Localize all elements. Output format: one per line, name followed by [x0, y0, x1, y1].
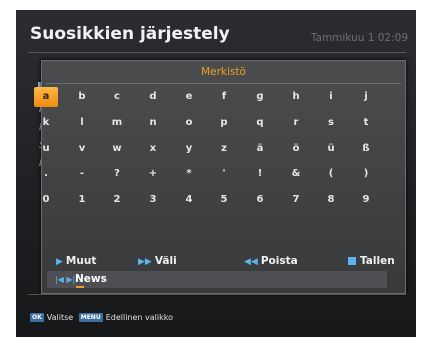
delete-button[interactable]: ◀◀ Poista [244, 251, 298, 271]
key-button[interactable]: s [319, 113, 343, 133]
key-button[interactable]: e [177, 87, 201, 107]
key-button[interactable]: ü [319, 139, 343, 159]
key-button[interactable]: a [34, 87, 58, 107]
play-right-icon: ▶ [56, 257, 63, 267]
key-button[interactable]: z [212, 139, 236, 159]
tv-screen: Suosikkien järjestely Tammikuu 1 02:09 I… [16, 10, 416, 337]
key-button[interactable]: b [70, 87, 94, 107]
key-button[interactable]: j [354, 87, 378, 107]
key-button[interactable]: ( [319, 164, 343, 184]
key-button[interactable]: 7 [284, 190, 308, 210]
key-button[interactable]: i [319, 87, 343, 107]
menu-key-badge: MENU [78, 313, 103, 322]
key-button[interactable]: ß [354, 139, 378, 159]
character-keyboard-dialog: Merkistö abcdefghij klmnopqrst uvwxyzäöüß.… [34, 60, 406, 294]
keyboard-title-divider [46, 83, 401, 84]
key-button[interactable]: 2 [105, 190, 129, 210]
text-cursor [76, 286, 84, 288]
footer-divider [28, 294, 406, 295]
key-button[interactable]: 6 [248, 190, 272, 210]
key-button[interactable]: 4 [177, 190, 201, 210]
key-button[interactable]: r [284, 113, 308, 133]
stop-square-icon [348, 257, 356, 265]
key-button[interactable]: h [284, 87, 308, 107]
key-button[interactable]: y [177, 139, 201, 159]
name-input-field[interactable]: |◀ ▶| News [47, 271, 387, 288]
key-button[interactable]: ' [212, 164, 236, 184]
key-button[interactable]: 1 [70, 190, 94, 210]
key-button[interactable]: u [34, 139, 58, 159]
key-button[interactable]: 8 [319, 190, 343, 210]
key-button[interactable]: g [248, 87, 272, 107]
key-button[interactable]: ö [284, 139, 308, 159]
key-button[interactable]: d [141, 87, 165, 107]
space-button[interactable]: ▶▶ Väli [138, 251, 177, 271]
keyboard-title: Merkistö [201, 66, 246, 78]
key-button[interactable]: w [105, 139, 129, 159]
datetime-label: Tammikuu 1 02:09 [310, 32, 408, 44]
key-button[interactable]: x [141, 139, 165, 159]
key-button[interactable]: * [177, 164, 201, 184]
save-button[interactable]: Tallen [348, 251, 395, 271]
key-button[interactable]: o [177, 113, 201, 133]
key-button[interactable]: ! [248, 164, 272, 184]
key-button[interactable]: q [248, 113, 272, 133]
key-button[interactable]: n [141, 113, 165, 133]
key-button[interactable]: p [212, 113, 236, 133]
key-button[interactable]: 0 [34, 190, 58, 210]
key-button[interactable]: t [354, 113, 378, 133]
key-button[interactable]: 3 [141, 190, 165, 210]
other-chars-button[interactable]: ▶ Muut [56, 251, 96, 271]
key-button[interactable]: - [70, 164, 94, 184]
key-button[interactable]: 9 [354, 190, 378, 210]
keyboard-actions: ▶ Muut ▶▶ Väli ◀◀ Poista Tallen [42, 251, 405, 271]
key-button[interactable]: c [105, 87, 129, 107]
key-button[interactable]: + [141, 164, 165, 184]
page-title: Suosikkien järjestely [30, 24, 230, 44]
key-button[interactable]: 5 [212, 190, 236, 210]
header-divider [28, 52, 406, 53]
key-button[interactable]: & [284, 164, 308, 184]
ok-key-badge: OK [30, 313, 44, 322]
rewind-icon: ◀◀ [244, 257, 258, 267]
key-button[interactable]: f [212, 87, 236, 107]
key-button[interactable]: ? [105, 164, 129, 184]
key-button[interactable]: ä [248, 139, 272, 159]
button-legend: OK Valitse MENU Edellinen valikko [30, 313, 176, 325]
key-button[interactable]: ) [354, 164, 378, 184]
key-button[interactable]: . [34, 164, 58, 184]
key-button[interactable]: m [105, 113, 129, 133]
fast-forward-icon: ▶▶ [138, 257, 152, 267]
skip-previous-next-icon: |◀ ▶| [55, 275, 76, 284]
menu-label: Edellinen valikko [105, 313, 173, 322]
key-button[interactable]: l [70, 113, 94, 133]
key-button[interactable]: v [70, 139, 94, 159]
ok-label: Valitse [46, 313, 74, 322]
key-button[interactable]: k [34, 113, 58, 133]
